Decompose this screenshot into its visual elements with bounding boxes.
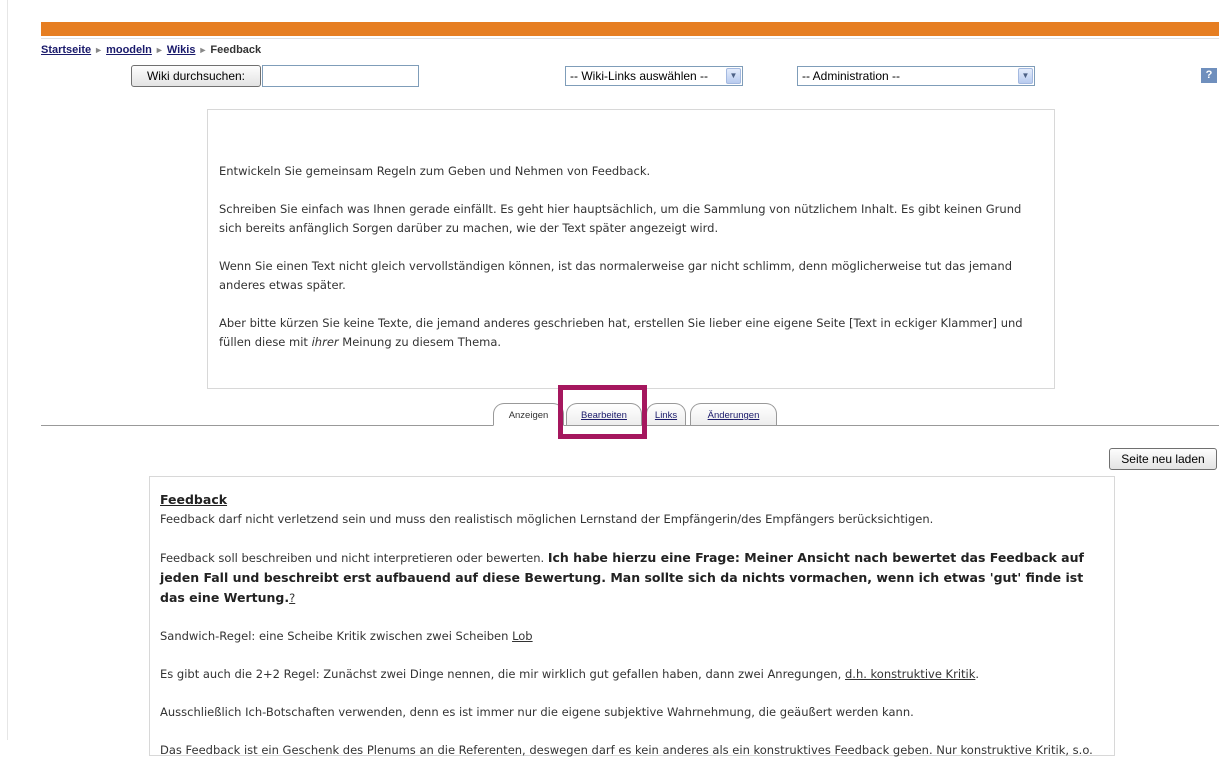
wiki-links-select-value: -- Wiki-Links auswählen --: [570, 69, 709, 83]
header-bar: [41, 22, 1219, 36]
chevron-down-icon: ▼: [726, 68, 741, 84]
content-paragraph: Feedback soll beschreiben und nicht inte…: [160, 548, 1104, 608]
wiki-search-button[interactable]: Wiki durchsuchen:: [131, 65, 261, 87]
content-paragraph: Ausschließlich Ich-Botschaften verwenden…: [160, 705, 914, 719]
wiki-link-lob[interactable]: Lob: [512, 629, 533, 643]
header-divider: [41, 38, 1219, 39]
breadcrumb-course-link[interactable]: moodeln: [106, 44, 152, 56]
wiki-search-input[interactable]: [262, 65, 419, 87]
description-paragraph: Aber bitte kürzen Sie keine Texte, die j…: [219, 314, 1044, 352]
breadcrumb-separator-icon: ►: [94, 45, 104, 55]
edit-tab-highlight-frame: [558, 385, 647, 439]
content-paragraph: Das Feedback ist ein Geschenk des Plenum…: [160, 743, 1093, 757]
reload-page-button[interactable]: Seite neu laden: [1109, 448, 1217, 470]
description-paragraph: Schreiben Sie einfach was Ihnen gerade e…: [219, 202, 1022, 235]
content-text: Sandwich-Regel: eine Scheibe Kritik zwis…: [160, 629, 513, 643]
tab-changes[interactable]: Änderungen: [690, 403, 777, 425]
wiki-page-content: Feedback Feedback darf nicht verletzend …: [149, 476, 1115, 757]
help-icon[interactable]: ?: [1201, 68, 1217, 83]
description-paragraph: Entwickeln Sie gemeinsam Regeln zum Gebe…: [219, 164, 651, 178]
breadcrumb-separator-icon: ►: [198, 45, 208, 55]
description-paragraph: Wenn Sie einen Text nicht gleich vervoll…: [219, 259, 1012, 292]
wiki-links-select[interactable]: -- Wiki-Links auswählen -- ▼: [565, 66, 743, 86]
breadcrumb-separator-icon: ►: [154, 45, 164, 55]
description-text: Meinung zu diesem Thema.: [338, 335, 502, 349]
tab-links[interactable]: Links: [646, 403, 686, 425]
content-paragraph: Es gibt auch die 2+2 Regel: Zunächst zwe…: [160, 665, 1104, 684]
content-text: .: [975, 667, 980, 681]
tab-view[interactable]: Anzeigen: [493, 403, 564, 426]
chevron-down-icon: ▼: [1018, 68, 1033, 84]
missing-page-link[interactable]: ?: [289, 591, 295, 605]
wiki-description-box: Entwickeln Sie gemeinsam Regeln zum Gebe…: [207, 109, 1055, 389]
breadcrumb: Startseite ► moodeln ► Wikis ► Feedback: [41, 44, 261, 56]
content-text: Feedback soll beschreiben und nicht inte…: [160, 551, 548, 565]
page-title: Feedback: [160, 492, 228, 507]
breadcrumb-current: Feedback: [210, 44, 262, 56]
page-left-border: [7, 0, 8, 740]
content-text: Es gibt auch die 2+2 Regel: Zunächst zwe…: [160, 667, 845, 681]
breadcrumb-wikis-link[interactable]: Wikis: [167, 44, 196, 56]
administration-select[interactable]: -- Administration -- ▼: [797, 66, 1035, 86]
content-paragraph: Feedback darf nicht verletzend sein und …: [160, 512, 934, 526]
wiki-link-konstruktive-kritik[interactable]: d.h. konstruktive Kritik: [845, 667, 975, 681]
content-paragraph: Sandwich-Regel: eine Scheibe Kritik zwis…: [160, 627, 1104, 646]
administration-select-value: -- Administration --: [802, 69, 901, 83]
description-emphasis: ihrer: [311, 335, 339, 349]
breadcrumb-home-link[interactable]: Startseite: [41, 44, 91, 56]
